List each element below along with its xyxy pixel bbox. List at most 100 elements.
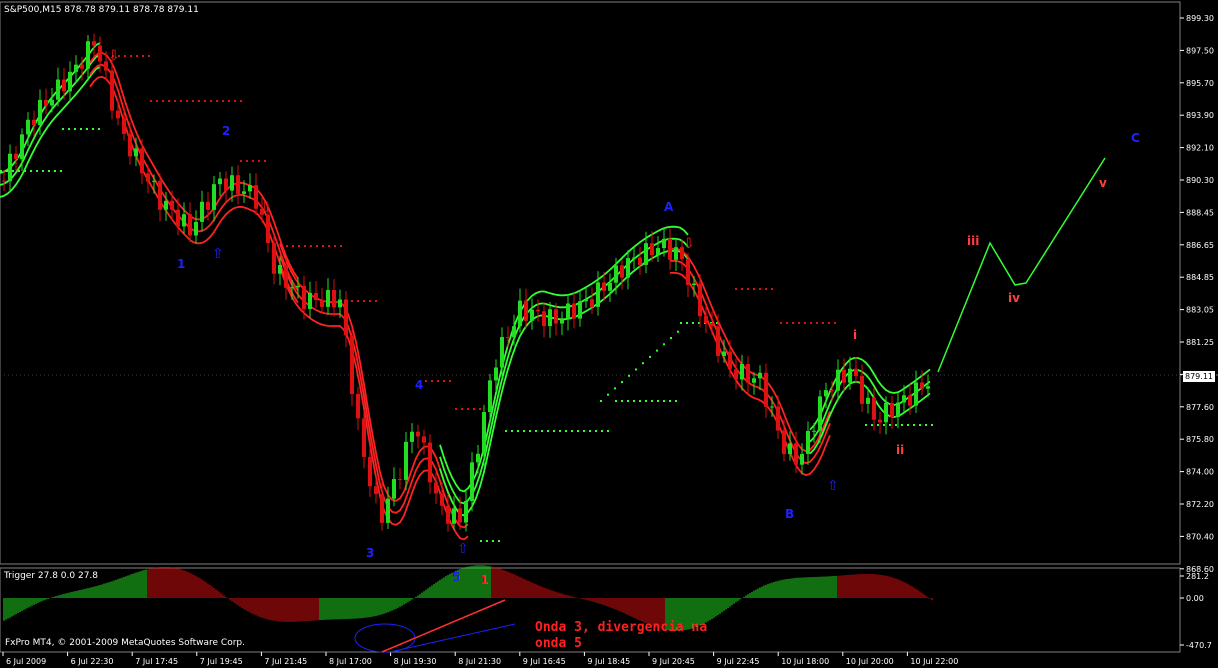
candle-body: [164, 200, 168, 210]
price-axis: 899.30 897.50 895.70 893.90 892.10 890.30 888.…: [1180, 14, 1214, 574]
candle-body: [620, 265, 624, 278]
candle-body: [86, 41, 90, 69]
candle-body: [788, 443, 792, 455]
candle-body: [338, 299, 342, 308]
candle-body: [404, 441, 408, 480]
ma-band-line: [279, 243, 469, 517]
candle-body: [458, 508, 462, 523]
stop-dot: [240, 160, 242, 162]
wave-label-c: C: [1131, 131, 1140, 145]
candle-body: [416, 431, 420, 437]
candle-body: [566, 303, 570, 320]
stop-dot: [351, 300, 353, 302]
up-arrow-icon: ⇧: [827, 478, 839, 494]
price-tick-label: 892.10: [1186, 144, 1214, 153]
candle-body: [662, 238, 666, 249]
price-tick-label: 890.30: [1186, 176, 1214, 185]
stop-dot: [621, 400, 623, 402]
up-arrow-icon: ⇧: [457, 541, 469, 557]
stop-dot: [234, 100, 236, 102]
candle-body: [134, 148, 138, 157]
candle-body: [824, 390, 828, 397]
stop-dot: [461, 408, 463, 410]
trailing-stop-dots: [0, 55, 933, 542]
stop-dot: [54, 170, 56, 172]
candle-body: [776, 406, 780, 431]
candle-body: [254, 185, 258, 209]
stop-dot: [798, 322, 800, 324]
stop-dot: [692, 322, 694, 324]
candle-body: [704, 316, 708, 324]
ma-band-line: [0, 54, 101, 186]
candle-body: [818, 396, 822, 431]
stop-dot: [670, 337, 672, 339]
time-tick-label: 9 Jul 18:45: [587, 657, 630, 666]
indicator-tick-label: 281.2: [1186, 572, 1209, 581]
stop-dot: [467, 408, 469, 410]
price-tick-label: 872.20: [1186, 500, 1214, 509]
stop-dot: [174, 100, 176, 102]
stop-dot: [786, 322, 788, 324]
ma-band-line: [0, 42, 101, 174]
stop-dot: [192, 100, 194, 102]
candle-body: [92, 41, 96, 46]
candle-body: [722, 351, 726, 356]
time-axis: 6 Jul 2009 6 Jul 22:30 7 Jul 17:45 7 Jul 19…: [2, 652, 958, 666]
stop-dot: [124, 55, 126, 57]
stop-dot: [216, 100, 218, 102]
stop-dot: [541, 430, 543, 432]
stop-dot: [12, 170, 14, 172]
candle-body: [884, 402, 888, 423]
stop-dot: [316, 245, 318, 247]
chart-header: S&P500,M15 878.78 879.11 878.78 879.11: [4, 5, 199, 15]
price-tick-label: 886.65: [1186, 241, 1214, 250]
candle-body: [302, 285, 306, 309]
down-arrow-icon: ⇩: [260, 200, 272, 216]
time-tick-label: 10 Jul 18:00: [781, 657, 829, 666]
ma-band-line: [89, 63, 299, 292]
candle-body: [224, 178, 228, 191]
stop-dot: [142, 55, 144, 57]
ma-band-line: [89, 51, 299, 280]
stop-dot: [437, 380, 439, 382]
candle-body: [56, 79, 60, 100]
price-tick-label: 875.80: [1186, 435, 1214, 444]
wave-projection-line: [937, 157, 1106, 373]
price-tick-label: 877.60: [1186, 403, 1214, 412]
stop-dot: [759, 288, 761, 290]
candle-body: [212, 184, 216, 210]
candle-body: [548, 309, 552, 327]
candle-body: [908, 395, 912, 406]
stop-dot: [486, 540, 488, 542]
candle-body: [410, 431, 414, 442]
stop-dot: [30, 170, 32, 172]
stop-dot: [753, 288, 755, 290]
candle-body: [476, 453, 480, 463]
candle-body: [278, 265, 282, 274]
candle-body: [890, 402, 894, 418]
candle-body: [242, 191, 246, 194]
stop-dot: [583, 430, 585, 432]
stop-dot: [669, 400, 671, 402]
candle-body: [854, 368, 858, 377]
stop-dot: [663, 400, 665, 402]
stop-dot: [42, 170, 44, 172]
stop-dot: [607, 393, 609, 396]
stop-dot: [677, 330, 679, 333]
time-tick-label: 7 Jul 19:45: [200, 657, 243, 666]
price-tick-label: 888.45: [1186, 208, 1214, 217]
stop-dot: [455, 408, 457, 410]
stop-dot: [180, 100, 182, 102]
stop-dot: [357, 300, 359, 302]
candle-body: [446, 505, 450, 524]
stop-dot: [780, 322, 782, 324]
stop-dot: [369, 300, 371, 302]
candle-body: [50, 99, 54, 106]
candle-body: [8, 153, 12, 182]
candle-body: [500, 337, 504, 368]
price-chart[interactable]: 899.30 897.50 895.70 893.90 892.10 890.30 888.…: [0, 0, 1218, 668]
stop-dot: [822, 322, 824, 324]
wave-label-4: 4: [415, 378, 423, 392]
price-tick-label: 884.85: [1186, 273, 1214, 282]
stop-dot: [804, 322, 806, 324]
